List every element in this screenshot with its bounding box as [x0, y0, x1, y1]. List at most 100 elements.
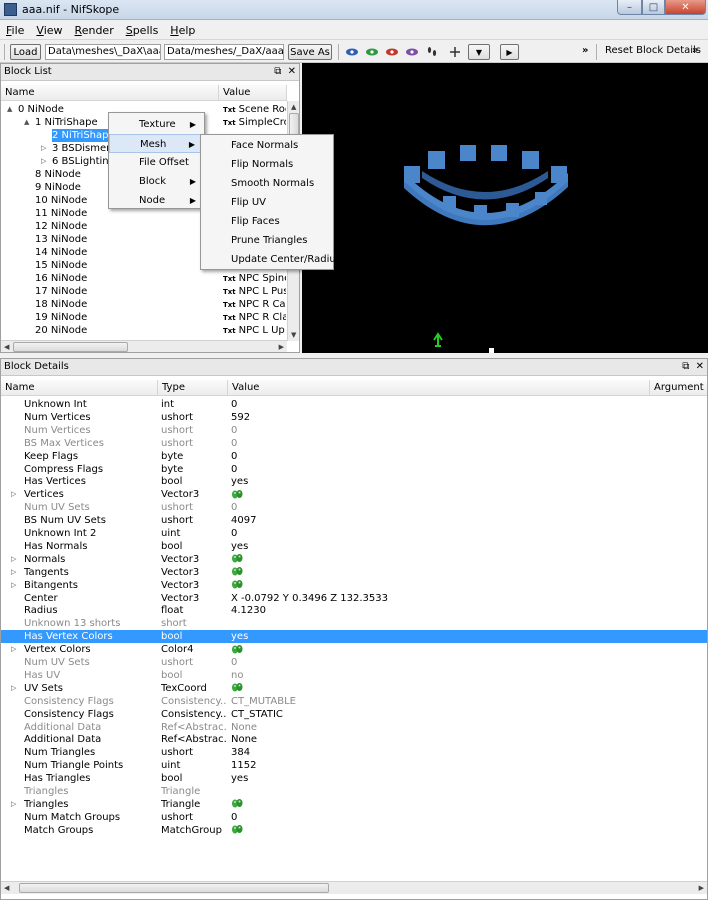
field-value[interactable]: 384: [231, 746, 647, 759]
field-value[interactable]: 4.1230: [231, 604, 647, 617]
menu-render[interactable]: Render: [69, 24, 120, 37]
col-name-header[interactable]: Name: [1, 85, 219, 101]
field-value[interactable]: yes: [231, 475, 647, 488]
detail-row[interactable]: Has UV bool no: [1, 669, 707, 682]
field-value[interactable]: [231, 488, 647, 501]
view-dropdown-button[interactable]: ▼: [468, 44, 490, 60]
array-data-icon[interactable]: [231, 579, 243, 590]
load-button[interactable]: Load: [10, 44, 41, 60]
array-data-icon[interactable]: [231, 824, 243, 835]
play-button[interactable]: ▶: [500, 44, 519, 60]
tree-expander-icon[interactable]: ▷: [11, 798, 16, 811]
col-value-header[interactable]: Value: [228, 380, 650, 396]
scroll-up-icon[interactable]: ▲: [291, 103, 296, 111]
tree-expander-icon[interactable]: ▷: [11, 488, 16, 501]
field-value[interactable]: [231, 553, 647, 566]
col-argument-header[interactable]: Argument: [650, 380, 707, 396]
field-value[interactable]: 0: [231, 501, 647, 514]
detail-row[interactable]: Unknown Int 2 uint 0: [1, 527, 707, 540]
detail-row[interactable]: ▷ Bitangents Vector3: [1, 579, 707, 592]
field-value[interactable]: 0: [231, 398, 647, 411]
detail-row[interactable]: Compress Flags byte 0: [1, 463, 707, 476]
ctx-item-file-offset[interactable]: File Offset: [109, 153, 204, 172]
array-data-icon[interactable]: [231, 644, 243, 655]
detail-row[interactable]: ▷ Normals Vector3: [1, 553, 707, 566]
ctx-item-node[interactable]: Node ▶: [109, 191, 204, 210]
field-value[interactable]: CT_STATIC: [231, 708, 647, 721]
scroll-right-icon[interactable]: ▶: [699, 884, 704, 892]
scroll-right-icon[interactable]: ▶: [279, 343, 284, 351]
menu-file[interactable]: File: [0, 24, 30, 37]
detail-row[interactable]: Match Groups MatchGroup: [1, 824, 707, 837]
detail-row[interactable]: ▷ UV Sets TexCoord: [1, 682, 707, 695]
eye-green-icon[interactable]: [364, 45, 380, 59]
block-list-item[interactable]: 16 NiNode Txt NPC Spine: [1, 272, 299, 285]
detail-row[interactable]: Has Vertices bool yes: [1, 475, 707, 488]
submenu-face-normals[interactable]: Face Normals: [201, 136, 333, 155]
axes-icon[interactable]: [447, 45, 463, 59]
submenu-flip-normals[interactable]: Flip Normals: [201, 155, 333, 174]
tree-expander-icon[interactable]: ▲: [7, 103, 12, 116]
detail-row[interactable]: Consistency Flags Consistency... CT_MUTABL…: [1, 695, 707, 708]
field-value[interactable]: 0: [231, 437, 647, 450]
detail-row[interactable]: ▷ Triangles Triangle: [1, 798, 707, 811]
field-value[interactable]: X -0.0792 Y 0.3496 Z 132.3533: [231, 592, 647, 605]
footprints-icon[interactable]: [424, 45, 440, 59]
tree-expander-icon[interactable]: ▷: [11, 553, 16, 566]
field-value[interactable]: 0: [231, 656, 647, 669]
detail-row[interactable]: Num Vertices ushort 592: [1, 411, 707, 424]
block-list-hscroll[interactable]: ◀ ▶: [1, 340, 287, 352]
detail-row[interactable]: Radius float 4.1230: [1, 604, 707, 617]
detail-row[interactable]: Additional Data Ref<Abstrac... None: [1, 733, 707, 746]
close-icon[interactable]: ✕: [288, 66, 296, 77]
field-value[interactable]: yes: [231, 540, 647, 553]
scroll-down-icon[interactable]: ▼: [291, 331, 296, 339]
menu-view[interactable]: View: [30, 24, 68, 37]
detail-row[interactable]: ▷ Tangents Vector3: [1, 566, 707, 579]
detail-row[interactable]: Unknown Int int 0: [1, 398, 707, 411]
field-value[interactable]: [231, 617, 647, 630]
scroll-left-icon[interactable]: ◀: [4, 343, 9, 351]
col-value-header[interactable]: Value: [219, 85, 287, 101]
tree-expander-icon[interactable]: ▷: [11, 566, 16, 579]
block-list-item[interactable]: 17 NiNode Txt NPC L Pus: [1, 285, 299, 298]
block-list-item[interactable]: 19 NiNode Txt NPC R Cla: [1, 311, 299, 324]
field-value[interactable]: [231, 579, 647, 592]
field-value[interactable]: [231, 798, 647, 811]
close-button[interactable]: ✕: [665, 0, 706, 15]
detail-row[interactable]: Num Triangles ushort 384: [1, 746, 707, 759]
col-name-header[interactable]: Name: [1, 380, 158, 396]
field-value[interactable]: None: [231, 721, 647, 734]
field-value[interactable]: yes: [231, 630, 647, 643]
submenu-prune-triangles[interactable]: Prune Triangles: [201, 231, 333, 250]
col-type-header[interactable]: Type: [158, 380, 228, 396]
detail-row[interactable]: BS Num UV Sets ushort 4097: [1, 514, 707, 527]
maximize-button[interactable]: □: [642, 0, 665, 15]
detail-row[interactable]: Triangles Triangle: [1, 785, 707, 798]
block-list-item[interactable]: 20 NiNode Txt NPC L Up: [1, 324, 299, 337]
detail-row[interactable]: Center Vector3 X -0.0792 Y 0.3496 Z 132.35…: [1, 592, 707, 605]
detail-row[interactable]: ▷ Vertices Vector3: [1, 488, 707, 501]
detail-row[interactable]: Unknown 13 shorts short: [1, 617, 707, 630]
detail-row[interactable]: Consistency Flags Consistency... CT_STATIC: [1, 708, 707, 721]
array-data-icon[interactable]: [231, 566, 243, 577]
menu-help[interactable]: Help: [164, 24, 201, 37]
detail-row[interactable]: Num UV Sets ushort 0: [1, 501, 707, 514]
tree-expander-icon[interactable]: ▷: [41, 142, 46, 155]
field-value[interactable]: [231, 785, 647, 798]
detail-row[interactable]: Num Vertices ushort 0: [1, 424, 707, 437]
save-path-input[interactable]: Data/meshes/_DaX/aaa.nif: [164, 44, 284, 60]
tree-expander-icon[interactable]: ▷: [11, 579, 16, 592]
eye-red-icon[interactable]: [384, 45, 400, 59]
tree-expander-icon[interactable]: ▷: [11, 682, 16, 695]
detail-row[interactable]: Has Normals bool yes: [1, 540, 707, 553]
save-as-button[interactable]: Save As: [288, 44, 332, 60]
float-icon[interactable]: ⧉: [682, 361, 689, 372]
scroll-thumb-h[interactable]: [19, 883, 329, 893]
submenu-update-center-radius[interactable]: Update Center/Radius: [201, 250, 341, 269]
tree-expander-icon[interactable]: ▲: [24, 116, 29, 129]
field-value[interactable]: [231, 824, 647, 837]
detail-row[interactable]: Additional Data Ref<Abstrac... None: [1, 721, 707, 734]
detail-row[interactable]: Num Triangle Points uint 1152: [1, 759, 707, 772]
minimize-button[interactable]: –: [617, 0, 642, 15]
